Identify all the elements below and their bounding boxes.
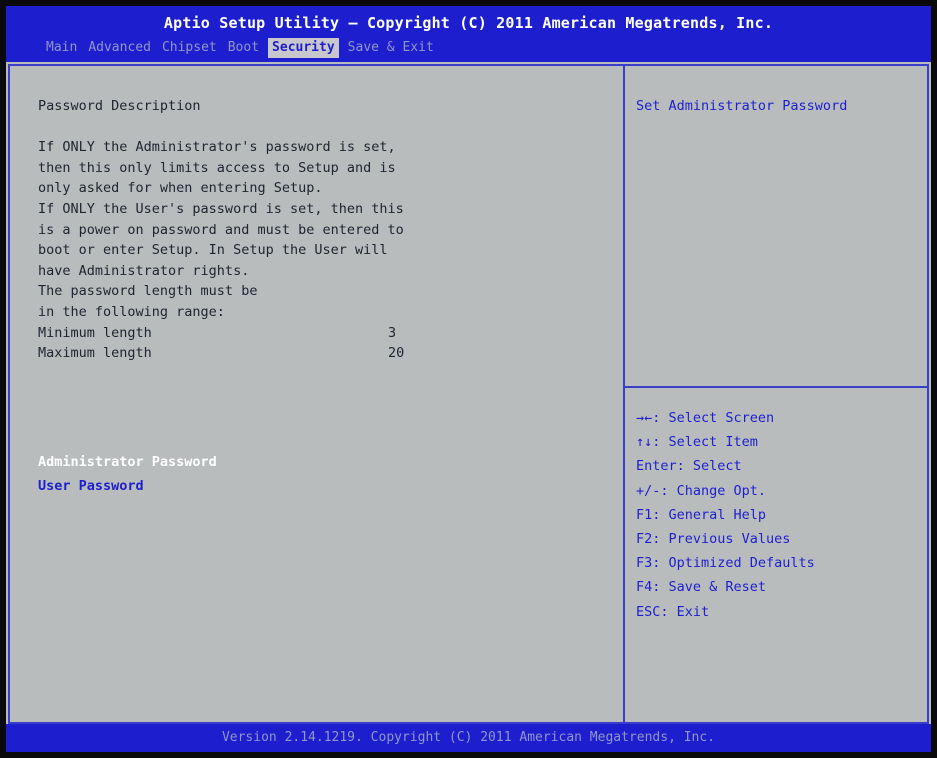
description-line: in the following range: xyxy=(38,303,225,320)
key-optimized-defaults: F3: Optimized Defaults xyxy=(636,555,815,572)
tab-bar: Main Advanced Chipset Boot Security Save… xyxy=(44,38,436,58)
password-options: Administrator Password User Password xyxy=(38,450,217,498)
vertical-divider xyxy=(623,66,625,722)
description-line: The password length must be xyxy=(38,283,258,300)
tab-chipset[interactable]: Chipset xyxy=(160,38,219,58)
key-previous-values: F2: Previous Values xyxy=(636,531,791,548)
key-change-opt: +/-: Change Opt. xyxy=(636,482,767,499)
min-length-label: Minimum length xyxy=(38,324,152,341)
description-line: is a power on password and must be enter… xyxy=(38,221,404,238)
tab-boot[interactable]: Boot xyxy=(226,38,261,58)
description-line: then this only limits access to Setup an… xyxy=(38,159,396,176)
app-title: Aptio Setup Utility – Copyright (C) 2011… xyxy=(163,14,774,32)
user-password-item[interactable]: User Password xyxy=(38,474,217,498)
settings-panel: Password Description If ONLY the Adminis… xyxy=(38,96,618,364)
item-help-text: Set Administrator Password xyxy=(636,98,848,114)
main-frame: Password Description If ONLY the Adminis… xyxy=(8,64,929,724)
max-length-label: Maximum length xyxy=(38,345,152,362)
help-divider xyxy=(625,386,927,388)
section-title: Password Description xyxy=(38,98,201,114)
description-line: boot or enter Setup. In Setup the User w… xyxy=(38,242,388,259)
tab-save-exit[interactable]: Save & Exit xyxy=(346,38,436,58)
min-length-row: Minimum length 3 xyxy=(38,323,618,344)
max-length-value: 20 xyxy=(388,345,405,362)
max-length-row: Maximum length 20 xyxy=(38,343,618,364)
description-line: If ONLY the User's password is set, then… xyxy=(38,200,404,217)
key-general-help: F1: General Help xyxy=(636,506,767,523)
header-bar: Aptio Setup Utility – Copyright (C) 2011… xyxy=(6,6,931,62)
key-exit: ESC: Exit xyxy=(636,603,710,620)
description-line: If ONLY the Administrator's password is … xyxy=(38,139,396,156)
version-text: Version 2.14.1219. Copyright (C) 2011 Am… xyxy=(221,730,716,745)
key-select-item: ↑↓: Select Item xyxy=(636,434,758,451)
footer-bar: Version 2.14.1219. Copyright (C) 2011 Am… xyxy=(6,724,931,752)
min-length-value: 3 xyxy=(388,324,397,341)
tab-advanced[interactable]: Advanced xyxy=(86,38,153,58)
tab-main[interactable]: Main xyxy=(44,38,79,58)
administrator-password-item[interactable]: Administrator Password xyxy=(38,450,217,474)
tab-security[interactable]: Security xyxy=(268,38,339,58)
description-line: only asked for when entering Setup. xyxy=(38,180,323,197)
key-enter-select: Enter: Select xyxy=(636,458,742,475)
key-legend: →←: Select Screen ↑↓: Select Item Enter:… xyxy=(636,406,926,624)
description-line: have Administrator rights. xyxy=(38,262,250,279)
bios-screen: Aptio Setup Utility – Copyright (C) 2011… xyxy=(6,6,931,752)
key-save-reset: F4: Save & Reset xyxy=(636,579,767,596)
key-select-screen: →←: Select Screen xyxy=(636,410,775,426)
